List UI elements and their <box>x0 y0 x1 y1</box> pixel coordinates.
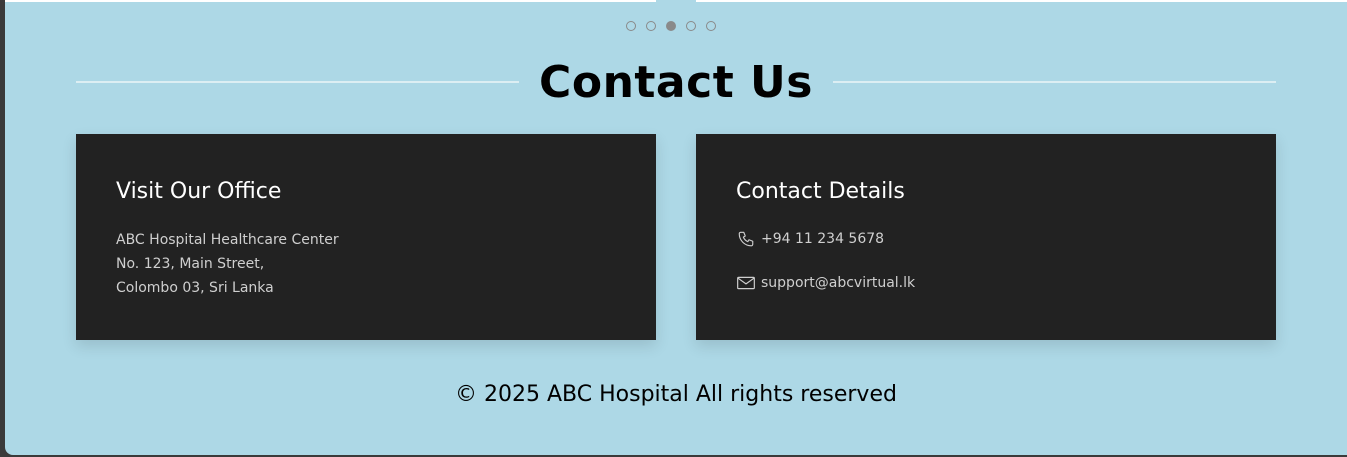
carousel-slide-edge <box>5 0 656 2</box>
section-heading: Contact Us <box>76 52 1277 112</box>
footer-copyright: © 2025 ABC Hospital All rights reserved <box>455 382 897 407</box>
contact-card-title: Contact Details <box>736 179 905 204</box>
address-line-2: No. 123, Main Street, <box>116 256 265 272</box>
email-address[interactable]: support@abcvirtual.lk <box>761 275 915 291</box>
carousel-dot-3[interactable] <box>666 21 676 31</box>
mail-icon <box>736 274 756 292</box>
phone-number[interactable]: +94 11 234 5678 <box>761 231 884 247</box>
office-card-title: Visit Our Office <box>116 179 282 204</box>
office-card: Visit Our Office ABC Hospital Healthcare… <box>76 134 656 340</box>
address-line-1: ABC Hospital Healthcare Center <box>116 232 339 248</box>
phone-row[interactable]: +94 11 234 5678 <box>736 228 1236 250</box>
address-line-3: Colombo 03, Sri Lanka <box>116 280 274 296</box>
email-row[interactable]: support@abcvirtual.lk <box>736 272 1236 294</box>
carousel-slide-edge <box>696 0 1347 2</box>
phone-icon <box>736 230 756 248</box>
section-title: Contact Us <box>539 56 813 108</box>
contact-section: Contact Us Visit Our Office ABC Hospital… <box>5 0 1347 455</box>
carousel-dot-5[interactable] <box>706 21 716 31</box>
heading-divider-left <box>76 81 520 83</box>
contact-details-card: Contact Details +94 11 234 5678 support@… <box>696 134 1276 340</box>
carousel-dot-4[interactable] <box>686 21 696 31</box>
carousel-dot-1[interactable] <box>626 21 636 31</box>
carousel-dot-2[interactable] <box>646 21 656 31</box>
carousel-dots <box>626 21 716 31</box>
heading-divider-right <box>832 81 1277 83</box>
